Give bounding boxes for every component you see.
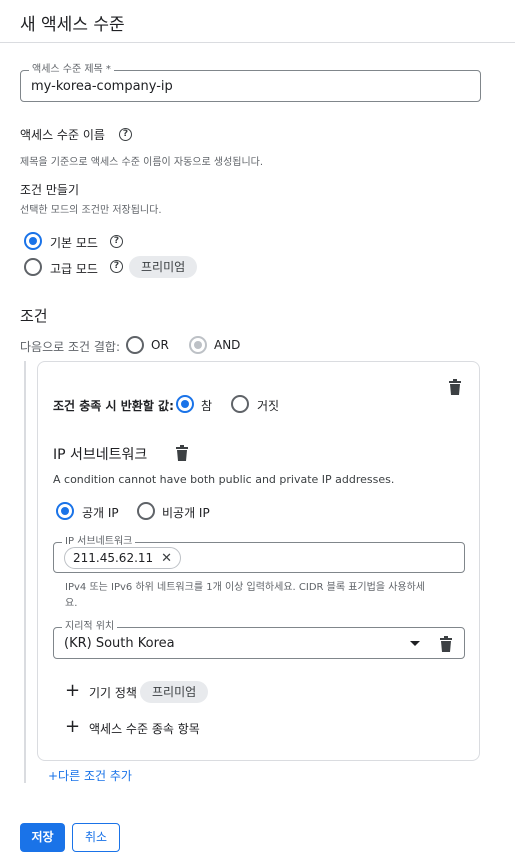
trash-icon[interactable] [175,445,189,461]
dependency-label[interactable]: 액세스 수준 종속 항목 [89,720,200,737]
subnet-hint-line1: IPv4 또는 IPv6 하위 네트워크를 1개 이상 입력하세요. CIDR … [65,582,426,593]
cancel-button[interactable]: 취소 [72,823,120,852]
location-select[interactable]: 지리적 위치 (KR) South Korea [53,621,465,659]
subnet-heading: IP 서브네트워크 [53,447,148,463]
add-condition-link[interactable]: +다른 조건 추가 [48,767,132,784]
location-select-value: (KR) South Korea [64,636,175,651]
condition-card: 조건 충족 시 반환할 값: 참 거짓 IP 서브네트워크 A conditio… [37,361,480,761]
basic-mode-label: 기본 모드 [50,236,98,250]
trash-icon[interactable] [439,636,453,652]
save-button[interactable]: 저장 [20,823,65,852]
level-name-hint: 제목을 기준으로 액세스 수준 이름이 자동으로 생성됩니다. [20,157,264,168]
return-false-label: 거짓 [257,399,280,413]
public-ip-radio[interactable] [56,502,74,520]
subnet-field[interactable]: IP 서브네트워크 211.45.62.11 ✕ [53,536,465,573]
ip-chip[interactable]: 211.45.62.11 ✕ [64,547,182,569]
advanced-mode-radio[interactable] [24,258,42,276]
and-label: AND [214,338,241,352]
trash-icon[interactable] [448,379,462,395]
help-icon[interactable]: ? [119,128,132,141]
help-icon[interactable]: ? [110,235,123,248]
subnet-error: A condition cannot have both public and … [53,473,395,486]
create-condition-heading: 조건 만들기 [20,183,80,197]
conditions-connector [24,361,26,783]
return-true-radio[interactable] [176,395,194,413]
private-ip-radio[interactable] [137,502,155,520]
conditions-heading: 조건 [20,307,48,325]
close-icon[interactable]: ✕ [161,551,172,566]
help-icon[interactable]: ? [110,260,123,273]
return-true-label: 참 [201,399,213,413]
combine-label: 다음으로 조건 결합: [20,340,120,354]
title-field[interactable]: 액세스 수준 제목 * my-korea-company-ip [20,64,481,102]
plus-icon[interactable]: + [65,718,80,736]
subnet-hint-line2: 요. [65,598,78,609]
premium-badge: 프리미엄 [129,256,198,278]
advanced-mode-label: 고급 모드 [50,262,98,276]
basic-mode-radio[interactable] [24,232,42,250]
caret-down-icon[interactable] [410,641,420,646]
level-name-label: 액세스 수준 이름 [20,128,105,142]
or-radio[interactable] [126,336,144,354]
create-condition-hint: 선택한 모드의 조건만 저장됩니다. [20,205,162,216]
or-label: OR [151,338,169,352]
page-header: 새 액세스 수준 [0,0,515,43]
premium-badge: 프리미엄 [140,681,209,703]
page-title: 새 액세스 수준 [20,15,125,35]
title-field-value: my-korea-company-ip [31,79,173,94]
return-false-radio[interactable] [231,395,249,413]
ip-chip-value: 211.45.62.11 [73,551,154,565]
and-radio[interactable] [189,336,207,354]
return-value-label: 조건 충족 시 반환할 값: [53,399,174,413]
plus-icon[interactable]: + [65,682,80,700]
title-field-label: 액세스 수준 제목 * [29,64,114,76]
private-ip-label: 비공개 IP [162,506,210,520]
device-policy-label[interactable]: 기기 정책 [89,684,137,701]
location-select-label: 지리적 위치 [62,621,118,633]
public-ip-label: 공개 IP [82,506,119,520]
